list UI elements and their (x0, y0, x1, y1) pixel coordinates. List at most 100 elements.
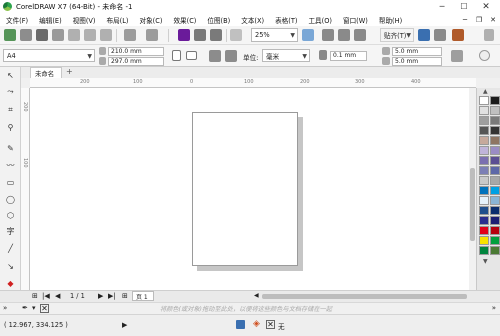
freehand-tool-icon[interactable]: ✎ (5, 143, 16, 154)
current-page-icon[interactable] (225, 50, 237, 62)
color-swatch[interactable] (490, 236, 500, 245)
color-management-icon[interactable] (236, 320, 245, 329)
color-swatch[interactable] (490, 196, 500, 205)
doc-minimize-button[interactable]: ─ (458, 16, 472, 24)
add-page-icon[interactable]: ⊞ (122, 292, 128, 300)
menu-file[interactable]: 文件(F) (6, 15, 28, 25)
duplicate-y-input[interactable]: 5.0 mm (392, 57, 442, 66)
connector-tool-icon[interactable]: ↘ (5, 261, 16, 272)
full-screen-preview-icon[interactable] (302, 29, 314, 41)
ellipse-tool-icon[interactable]: ◯ (5, 194, 16, 205)
export-icon[interactable] (210, 29, 222, 41)
close-button[interactable]: ✕ (475, 0, 497, 13)
expand-icon[interactable]: » (492, 304, 496, 312)
color-swatch[interactable] (490, 176, 500, 185)
snap-to-button[interactable]: 贴齐(T) ▼ (380, 28, 414, 42)
doc-restore-button[interactable]: ❐ (472, 16, 486, 24)
color-swatch[interactable] (490, 116, 500, 125)
open-icon[interactable] (20, 29, 32, 41)
page-height-input[interactable]: 297.0 mm (108, 57, 164, 66)
all-pages-icon[interactable] (209, 50, 221, 62)
color-swatch[interactable] (490, 126, 500, 135)
menu-tools[interactable]: 工具(O) (308, 15, 332, 25)
next-page-icon[interactable]: ▶ (98, 292, 103, 300)
color-swatch[interactable] (479, 206, 489, 215)
color-swatch[interactable] (479, 186, 489, 195)
show-guidelines-icon[interactable] (354, 29, 366, 41)
doc-close-button[interactable]: ✕ (486, 16, 500, 24)
maximize-button[interactable]: ☐ (453, 0, 475, 13)
page-tab[interactable]: 页 1 (132, 291, 154, 301)
no-color-swatch-icon[interactable]: ✕ (40, 304, 49, 313)
copy-icon[interactable] (84, 29, 96, 41)
color-swatch[interactable] (490, 206, 500, 215)
prev-page-icon[interactable]: ◀ (55, 292, 60, 300)
color-swatch[interactable] (490, 216, 500, 225)
text-tool-icon[interactable]: 字 (5, 226, 16, 237)
show-grid-icon[interactable] (338, 29, 350, 41)
save-icon[interactable] (36, 29, 48, 41)
portrait-icon[interactable] (172, 50, 181, 61)
print-merge-icon[interactable] (452, 29, 464, 41)
palette-scroll-up-icon[interactable]: ▲ (483, 88, 488, 95)
menu-help[interactable]: 帮助(H) (379, 15, 402, 25)
color-swatch[interactable] (490, 186, 500, 195)
menu-layout[interactable]: 布局(L) (106, 15, 128, 25)
color-swatch[interactable] (479, 176, 489, 185)
menu-edit[interactable]: 编辑(E) (39, 15, 62, 25)
cut-icon[interactable] (68, 29, 80, 41)
units-dropdown[interactable]: 毫米 ▼ (262, 49, 310, 62)
color-swatch[interactable] (490, 226, 500, 235)
document-units-icon[interactable] (451, 50, 463, 62)
new-document-icon[interactable] (4, 29, 16, 41)
color-swatch[interactable] (490, 246, 500, 255)
color-swatch[interactable] (479, 106, 489, 115)
color-swatch[interactable] (479, 216, 489, 225)
search-content-icon[interactable] (178, 29, 190, 41)
color-swatch[interactable] (479, 146, 489, 155)
play-icon[interactable]: ▶ (122, 321, 127, 329)
color-swatch[interactable] (479, 196, 489, 205)
crop-tool-icon[interactable]: ⌗ (5, 104, 16, 115)
menu-view[interactable]: 视图(V) (73, 15, 96, 25)
menu-object[interactable]: 对象(C) (140, 15, 163, 25)
document-page[interactable] (192, 112, 298, 266)
zoom-level-dropdown[interactable]: 25% ▼ (251, 28, 298, 42)
color-swatch[interactable] (479, 116, 489, 125)
color-swatch[interactable] (490, 156, 500, 165)
menu-window[interactable]: 窗口(W) (343, 15, 368, 25)
zoom-tool-icon[interactable]: ⚲ (5, 122, 16, 133)
application-launcher-icon[interactable] (230, 29, 242, 41)
first-page-icon[interactable]: |◀ (42, 292, 50, 300)
color-swatch[interactable] (490, 136, 500, 145)
menu-text[interactable]: 文本(X) (241, 15, 264, 25)
import-icon[interactable] (194, 29, 206, 41)
nudge-distance-input[interactable]: 0.1 mm (330, 51, 367, 61)
artistic-media-icon[interactable]: 〰 (5, 160, 16, 171)
eyedropper-icon[interactable]: ✒ (22, 304, 28, 312)
duplicate-x-input[interactable]: 5.0 mm (392, 47, 442, 56)
color-swatch[interactable] (490, 146, 500, 155)
parallel-dimension-icon[interactable]: ╱ (5, 243, 16, 254)
layout-icon[interactable] (434, 29, 446, 41)
color-swatch[interactable] (479, 156, 489, 165)
minimize-button[interactable]: ─ (431, 0, 453, 13)
color-swatch[interactable] (479, 246, 489, 255)
no-fill-swatch-icon[interactable]: ✕ (266, 320, 275, 329)
redo-icon[interactable] (146, 29, 158, 41)
color-swatch[interactable] (479, 236, 489, 245)
color-swatch[interactable] (490, 166, 500, 175)
menu-bitmaps[interactable]: 位图(B) (207, 15, 230, 25)
fill-icon[interactable]: ◈ (253, 319, 260, 329)
color-swatch[interactable] (479, 136, 489, 145)
palette-scroll-down-icon[interactable]: ▼ (483, 258, 488, 265)
rectangle-tool-icon[interactable]: ▭ (5, 177, 16, 188)
color-swatch[interactable] (490, 106, 500, 115)
menu-table[interactable]: 表格(T) (275, 15, 297, 25)
menu-effects[interactable]: 效果(C) (173, 15, 196, 25)
color-swatch[interactable] (479, 166, 489, 175)
shape-tool-icon[interactable]: ⤳ (5, 86, 16, 97)
expand-icon[interactable]: » (3, 304, 7, 312)
scroll-left-icon[interactable]: ◀ (254, 292, 259, 299)
last-page-icon[interactable]: ▶| (108, 292, 116, 300)
